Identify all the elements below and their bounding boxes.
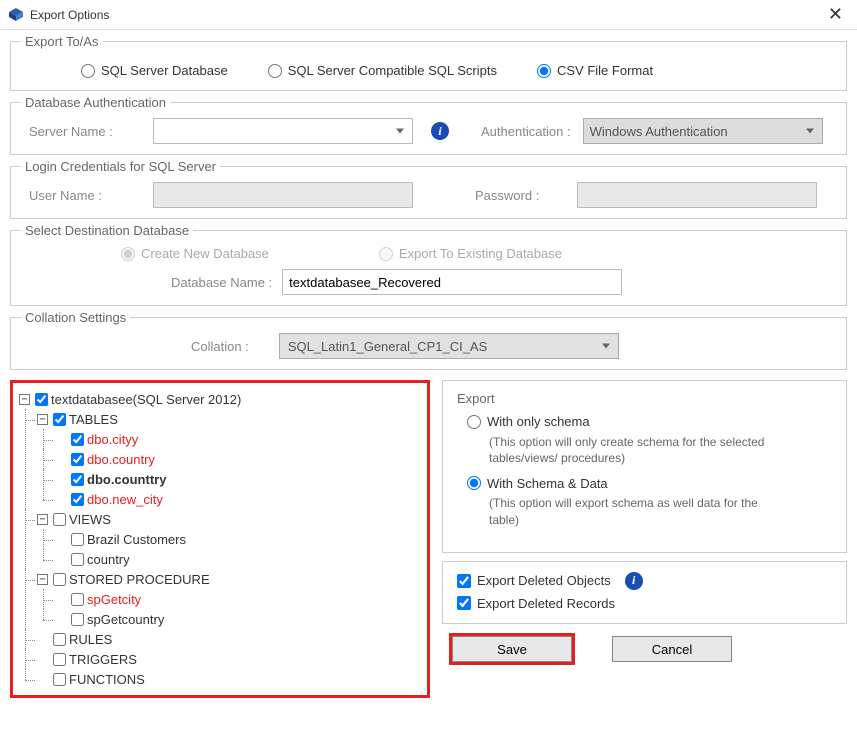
radio-schema-only[interactable]: With only schema xyxy=(467,414,590,429)
tree-item-label[interactable]: dbo.counttry xyxy=(87,472,166,487)
object-tree[interactable]: − textdatabasee(SQL Server 2012) − TABLE… xyxy=(10,380,430,698)
db-auth-legend: Database Authentication xyxy=(21,95,170,110)
tree-item-check[interactable] xyxy=(71,473,84,486)
radio-csv-label: CSV File Format xyxy=(557,63,653,78)
check-deleted-objects[interactable]: Export Deleted Objects xyxy=(457,573,611,588)
tree-item-label[interactable]: country xyxy=(87,552,130,567)
schema-data-desc: (This option will export schema as well … xyxy=(489,495,769,527)
collapse-icon[interactable]: − xyxy=(37,514,48,525)
check-deleted-records-label: Export Deleted Records xyxy=(477,596,615,611)
destination-group: Select Destination Database Create New D… xyxy=(10,223,847,306)
tree-functions-check[interactable] xyxy=(53,673,66,686)
export-to-as-group: Export To/As SQL Server Database SQL Ser… xyxy=(10,34,847,91)
save-button[interactable]: Save xyxy=(452,636,572,662)
tree-item-label[interactable]: Brazil Customers xyxy=(87,532,186,547)
tree-rules-check[interactable] xyxy=(53,633,66,646)
deleted-options-group: Export Deleted Objects i Export Deleted … xyxy=(442,561,847,625)
tree-root-label[interactable]: textdatabasee(SQL Server 2012) xyxy=(51,392,241,407)
tree-item-check[interactable] xyxy=(71,553,84,566)
db-name-input[interactable] xyxy=(282,269,622,295)
collapse-icon[interactable]: − xyxy=(37,574,48,585)
tree-item-label[interactable]: dbo.country xyxy=(87,452,155,467)
close-icon[interactable]: ✕ xyxy=(822,4,849,25)
password-label: Password : xyxy=(475,188,565,203)
tree-item-check[interactable] xyxy=(71,433,84,446)
collation-value: SQL_Latin1_General_CP1_CI_AS xyxy=(288,339,487,354)
authentication-label: Authentication : xyxy=(481,124,571,139)
export-header: Export xyxy=(457,391,832,406)
tree-item-check[interactable] xyxy=(71,453,84,466)
tree-item-label[interactable]: spGetcity xyxy=(87,592,141,607)
radio-sql-server-db[interactable]: SQL Server Database xyxy=(81,63,228,78)
radio-create-db[interactable]: Create New Database xyxy=(121,246,269,261)
info-icon[interactable]: i xyxy=(625,572,643,590)
collation-group: Collation Settings Collation : SQL_Latin… xyxy=(10,310,847,370)
export-options-group: Export With only schema (This option wil… xyxy=(442,380,847,553)
collation-label: Collation : xyxy=(191,339,249,354)
export-to-as-legend: Export To/As xyxy=(21,34,102,49)
radio-sql-server-db-label: SQL Server Database xyxy=(101,63,228,78)
radio-sql-scripts-label: SQL Server Compatible SQL Scripts xyxy=(288,63,497,78)
collapse-icon[interactable]: − xyxy=(19,394,30,405)
check-deleted-records[interactable]: Export Deleted Records xyxy=(457,596,615,611)
collapse-icon[interactable]: − xyxy=(37,414,48,425)
tree-views-label[interactable]: VIEWS xyxy=(69,512,111,527)
radio-sql-scripts[interactable]: SQL Server Compatible SQL Scripts xyxy=(268,63,497,78)
tree-tables-label[interactable]: TABLES xyxy=(69,412,118,427)
login-group: Login Credentials for SQL Server User Na… xyxy=(10,159,847,219)
tree-item-check[interactable] xyxy=(71,493,84,506)
tree-item-label[interactable]: dbo.new_city xyxy=(87,492,163,507)
username-label: User Name : xyxy=(21,188,141,203)
username-input[interactable] xyxy=(153,182,413,208)
radio-schema-data[interactable]: With Schema & Data xyxy=(467,476,608,491)
tree-sp-check[interactable] xyxy=(53,573,66,586)
tree-item-check[interactable] xyxy=(71,533,84,546)
authentication-value: Windows Authentication xyxy=(590,124,728,139)
window-title: Export Options xyxy=(30,8,822,22)
tree-rules-label[interactable]: RULES xyxy=(69,632,112,647)
server-name-select[interactable] xyxy=(153,118,413,144)
tree-root-check[interactable] xyxy=(35,393,48,406)
radio-existing-db[interactable]: Export To Existing Database xyxy=(379,246,562,261)
tree-triggers-check[interactable] xyxy=(53,653,66,666)
radio-csv[interactable]: CSV File Format xyxy=(537,63,653,78)
authentication-select[interactable]: Windows Authentication xyxy=(583,118,823,144)
tree-tables-check[interactable] xyxy=(53,413,66,426)
tree-item-check[interactable] xyxy=(71,593,84,606)
tree-views-check[interactable] xyxy=(53,513,66,526)
login-legend: Login Credentials for SQL Server xyxy=(21,159,220,174)
radio-create-db-label: Create New Database xyxy=(141,246,269,261)
password-input[interactable] xyxy=(577,182,817,208)
cancel-button[interactable]: Cancel xyxy=(612,636,732,662)
tree-item-label[interactable]: spGetcountry xyxy=(87,612,164,627)
radio-schema-only-label: With only schema xyxy=(487,414,590,429)
tree-triggers-label[interactable]: TRIGGERS xyxy=(69,652,137,667)
tree-sp-label[interactable]: STORED PROCEDURE xyxy=(69,572,210,587)
tree-item-check[interactable] xyxy=(71,613,84,626)
radio-schema-data-label: With Schema & Data xyxy=(487,476,608,491)
info-icon[interactable]: i xyxy=(431,122,449,140)
db-name-label: Database Name : xyxy=(171,275,272,290)
tree-item-label[interactable]: dbo.cityy xyxy=(87,432,138,447)
app-icon xyxy=(8,7,24,23)
server-name-label: Server Name : xyxy=(21,124,141,139)
db-auth-group: Database Authentication Server Name : i … xyxy=(10,95,847,155)
collation-select[interactable]: SQL_Latin1_General_CP1_CI_AS xyxy=(279,333,619,359)
radio-existing-db-label: Export To Existing Database xyxy=(399,246,562,261)
tree-functions-label[interactable]: FUNCTIONS xyxy=(69,672,145,687)
destination-legend: Select Destination Database xyxy=(21,223,193,238)
collation-legend: Collation Settings xyxy=(21,310,130,325)
schema-only-desc: (This option will only create schema for… xyxy=(489,434,769,466)
check-deleted-objects-label: Export Deleted Objects xyxy=(477,573,611,588)
